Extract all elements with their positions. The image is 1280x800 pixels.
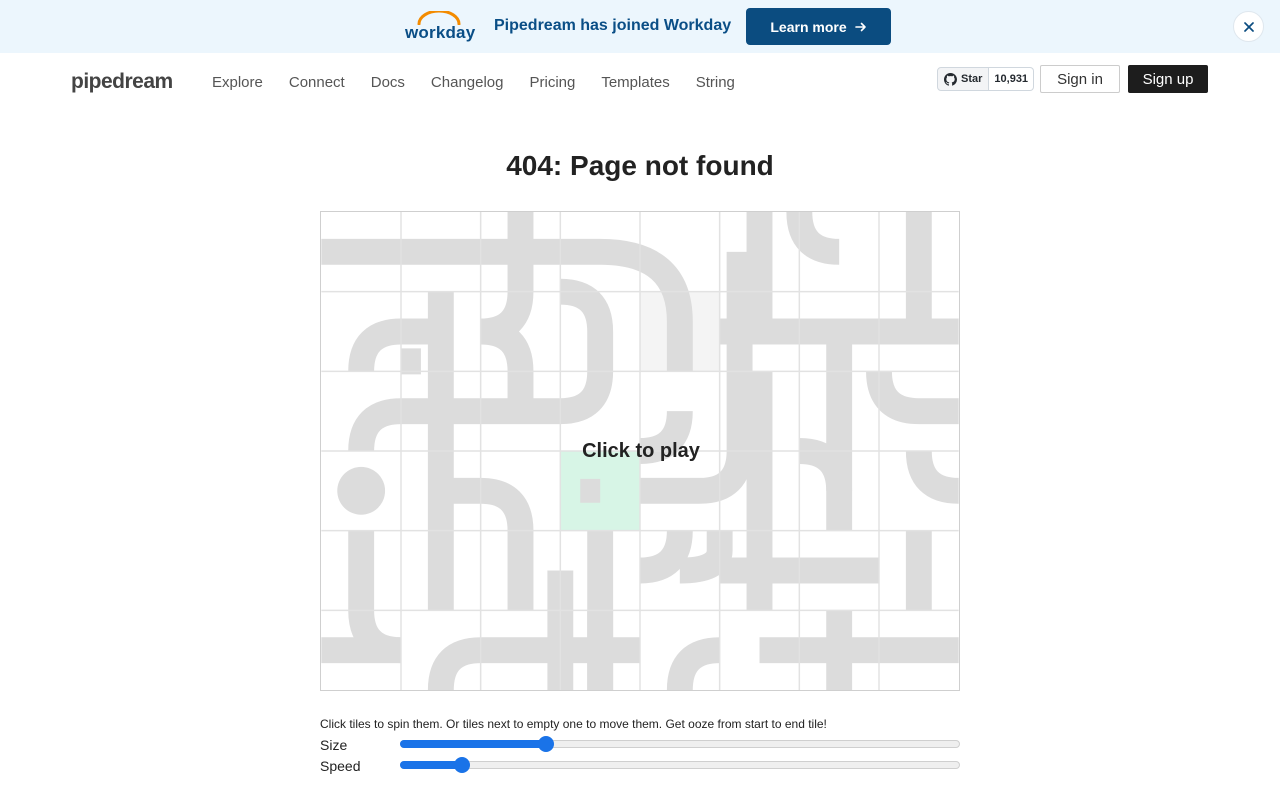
size-slider-fill [400, 740, 546, 748]
github-icon [944, 72, 957, 86]
github-star-count[interactable]: 10,931 [989, 67, 1035, 91]
close-icon [1243, 21, 1254, 32]
game-instructions: Click tiles to spin them. Or tiles next … [320, 717, 827, 731]
nav-pricing[interactable]: Pricing [529, 74, 575, 91]
sign-in-button[interactable]: Sign in [1040, 65, 1120, 93]
nav-docs[interactable]: Docs [371, 74, 405, 91]
banner-close-button[interactable] [1233, 11, 1264, 42]
workday-logo[interactable]: workday [405, 9, 475, 43]
pipe-puzzle-canvas[interactable] [321, 212, 959, 690]
main-nav: Explore Connect Docs Changelog Pricing T… [212, 74, 735, 91]
speed-slider-fill [400, 761, 462, 769]
learn-more-button[interactable]: Learn more [746, 8, 891, 45]
pipe-puzzle-board[interactable]: Click to play [320, 211, 960, 691]
size-label: Size [320, 737, 348, 753]
size-slider[interactable] [400, 736, 960, 752]
speed-slider[interactable] [400, 757, 960, 773]
size-slider-thumb[interactable] [538, 736, 554, 752]
nav-explore[interactable]: Explore [212, 74, 263, 91]
nav-changelog[interactable]: Changelog [431, 74, 504, 91]
pipe-end-cap [337, 466, 386, 515]
workday-logo-text: workday [405, 23, 476, 42]
arrow-right-icon [854, 22, 866, 31]
speed-label: Speed [320, 758, 361, 774]
github-star-button[interactable]: Star [937, 67, 990, 91]
sign-up-button[interactable]: Sign up [1128, 65, 1208, 93]
nav-string[interactable]: String [696, 74, 735, 91]
banner-message: Pipedream has joined Workday [494, 17, 732, 34]
speed-slider-track [400, 761, 960, 769]
nav-connect[interactable]: Connect [289, 74, 345, 91]
pipe-start-cap [580, 478, 601, 503]
nav-templates[interactable]: Templates [601, 74, 669, 91]
github-star-label: Star [961, 73, 983, 85]
announcement-banner: workday Pipedream has joined Workday Lea… [0, 0, 1280, 53]
pipedream-logo[interactable]: pipedream [71, 70, 173, 94]
learn-more-label: Learn more [770, 18, 847, 35]
github-star-widget: Star 10,931 [937, 67, 1035, 91]
page-title: 404: Page not found [506, 150, 774, 181]
speed-slider-thumb[interactable] [454, 757, 470, 773]
